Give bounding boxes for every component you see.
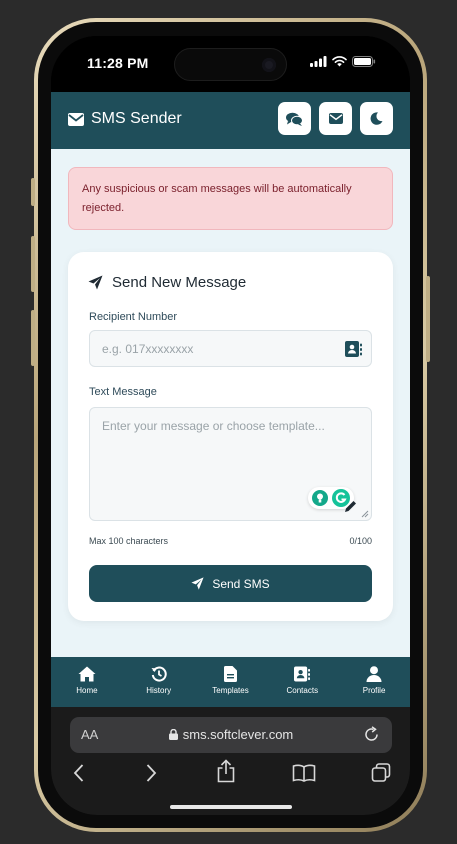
history-icon (151, 666, 167, 682)
main-content: Any suspicious or scam messages will be … (51, 149, 410, 657)
book-icon (292, 764, 316, 782)
lightbulb-icon (312, 490, 328, 506)
chat-icon (286, 112, 303, 126)
app-header: SMS Sender (51, 92, 410, 149)
bookmarks-button[interactable] (292, 764, 316, 787)
header-actions (278, 102, 393, 135)
status-bar: 11:28 PM (51, 36, 410, 92)
wifi-icon (332, 56, 347, 67)
address-bar[interactable]: AA sms.softclever.com (70, 717, 392, 753)
dynamic-island (174, 48, 287, 81)
mute-switch (31, 178, 35, 206)
url-display: sms.softclever.com (70, 727, 392, 742)
phone-screen: 11:28 PM SMS Sender Any suspicious or sc… (51, 36, 410, 815)
theme-toggle-button[interactable] (360, 102, 393, 135)
recipient-placeholder: e.g. 017xxxxxxxx (102, 342, 194, 356)
max-characters-hint: Max 100 characters (89, 536, 169, 546)
power-button (426, 276, 430, 362)
message-placeholder: Enter your message or choose template... (102, 419, 325, 433)
nav-item-home[interactable]: Home (51, 657, 123, 707)
home-indicator (170, 805, 292, 809)
nav-item-profile[interactable]: Profile (338, 657, 410, 707)
home-icon (78, 666, 96, 682)
paper-plane-icon (191, 577, 204, 590)
nav-label-templates: Templates (212, 686, 249, 695)
share-button[interactable] (216, 759, 236, 788)
moon-icon (370, 112, 383, 125)
character-counter: 0/100 (349, 536, 372, 546)
card-title: Send New Message (88, 274, 246, 291)
tabs-button[interactable] (371, 763, 391, 788)
address-book-icon[interactable] (345, 341, 362, 357)
nav-label-home: Home (76, 686, 98, 695)
send-message-card: Send New Message Recipient Number e.g. 0… (68, 252, 393, 621)
contacts-icon (294, 666, 311, 682)
send-sms-label: Send SMS (212, 576, 270, 591)
nav-item-history[interactable]: History (123, 657, 195, 707)
back-button[interactable] (73, 763, 85, 788)
tabs-icon (371, 763, 391, 782)
nav-label-profile: Profile (362, 686, 386, 695)
forward-button[interactable] (145, 763, 157, 788)
nav-label-contacts: Contacts (286, 686, 319, 695)
card-title-text: Send New Message (112, 274, 247, 291)
lock-icon (168, 729, 178, 740)
nav-label-history: History (146, 686, 172, 695)
resize-grip-icon[interactable] (361, 510, 369, 518)
recipient-label: Recipient Number (89, 311, 178, 323)
nav-item-contacts[interactable]: Contacts (266, 657, 338, 707)
recipient-input[interactable]: e.g. 017xxxxxxxx (89, 330, 372, 367)
battery-icon (352, 56, 376, 67)
volume-up-button (31, 236, 35, 292)
chevron-right-icon (146, 764, 157, 782)
pencil-icon (345, 501, 356, 512)
share-icon (217, 759, 235, 783)
status-icons (310, 56, 376, 67)
file-icon (223, 666, 237, 682)
message-label: Text Message (89, 386, 157, 398)
status-time: 11:28 PM (87, 55, 149, 71)
nav-item-templates[interactable]: Templates (195, 657, 267, 707)
app-title: SMS Sender (91, 110, 182, 127)
signal-icon (310, 56, 327, 67)
mail-button[interactable] (319, 102, 352, 135)
envelope-icon (328, 113, 343, 124)
browser-toolbar: AA sms.softclever.com (51, 707, 410, 815)
reload-icon[interactable] (364, 726, 380, 743)
camera-lens (262, 58, 276, 72)
paper-plane-icon (88, 275, 103, 290)
envelope-icon (68, 112, 84, 126)
warning-alert: Any suspicious or scam messages will be … (68, 167, 393, 230)
message-textarea[interactable]: Enter your message or choose template... (89, 407, 372, 521)
send-sms-button[interactable]: Send SMS (89, 565, 372, 602)
volume-down-button (31, 310, 35, 366)
browser-nav-tools (51, 759, 410, 793)
user-icon (366, 666, 382, 682)
chat-button[interactable] (278, 102, 311, 135)
url-text: sms.softclever.com (182, 727, 294, 742)
bottom-navigation: Home History Templates Contacts Profile (51, 657, 410, 707)
chevron-left-icon (73, 764, 84, 782)
brand: SMS Sender (68, 110, 182, 128)
